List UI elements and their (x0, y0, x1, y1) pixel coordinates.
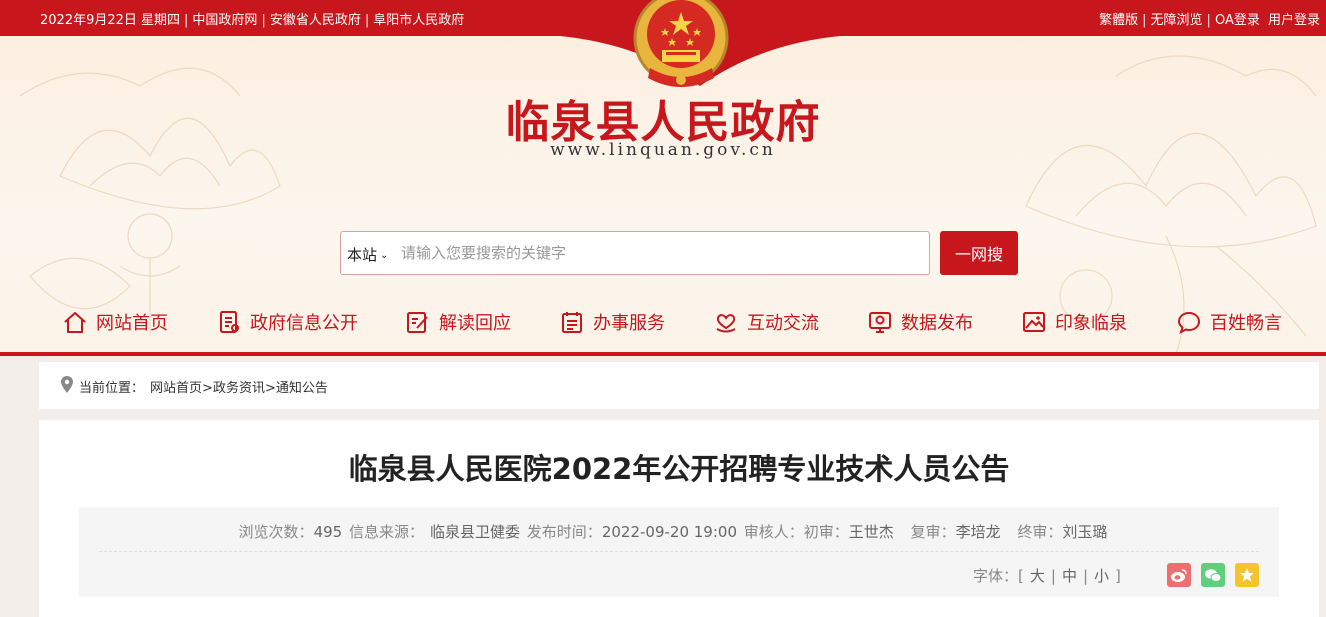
chat-icon (1177, 311, 1201, 334)
search-input[interactable] (401, 238, 921, 268)
nav-label: 互动交流 (747, 313, 819, 334)
nav-item-data[interactable]: 数据发布 (867, 304, 973, 340)
reviewer-label: 审核人： (743, 523, 804, 541)
second-review-label: 复审： (910, 523, 956, 541)
heart-hand-icon (716, 314, 736, 333)
link-anhui-gov[interactable]: 安徽省人民政府 (270, 13, 361, 28)
breadcrumb-home[interactable]: 网站首页 (150, 381, 202, 396)
star-icon (1240, 568, 1254, 582)
article: 临泉县人民医院2022年公开招聘专业技术人员公告 浏览次数：495 信息来源： 临… (39, 420, 1319, 617)
calendar-icon (562, 312, 582, 333)
home-icon (64, 312, 86, 333)
nav-label: 政府信息公开 (250, 313, 358, 334)
link-accessibility[interactable]: 无障浏览 (1151, 13, 1203, 28)
link-gov-cn[interactable]: 中国政府网 (192, 13, 257, 28)
nav-item-gov-info[interactable]: 政府信息公开 (216, 304, 358, 340)
top-bar-left: 2022年9月22日 星期四 | 中国政府网 | 安徽省人民政府 | 阜阳市人民政府 (40, 13, 465, 28)
source-label: 信息来源： (348, 523, 424, 541)
nav-label: 印象临泉 (1055, 313, 1127, 334)
edit-icon (407, 312, 428, 333)
meta-divider (99, 551, 1259, 552)
nav-item-services[interactable]: 办事服务 (559, 304, 665, 340)
nav-label: 解读回应 (439, 313, 511, 334)
link-oa-login[interactable]: OA登录 (1215, 13, 1260, 28)
document-icon (220, 311, 239, 333)
nav-item-interaction[interactable]: 互动交流 (713, 304, 819, 340)
image-icon (1023, 312, 1045, 332)
nav-label: 网站首页 (96, 313, 168, 334)
nav-item-opinions[interactable]: 百姓畅言 (1176, 304, 1282, 340)
breadcrumb: 当前位置： 网站首页>政务资讯>通知公告 (39, 362, 1319, 409)
search-button[interactable]: 一网搜 (940, 231, 1018, 275)
location-pin-icon (61, 376, 73, 393)
first-reviewer: 王世杰 (848, 523, 894, 541)
link-user-login[interactable]: 用户登录 (1268, 13, 1320, 28)
font-size-large[interactable]: 大 (1030, 567, 1045, 585)
nav-label: 数据发布 (901, 313, 973, 334)
first-review-label: 初审： (803, 523, 849, 541)
share-weibo-button[interactable] (1167, 563, 1191, 587)
monitor-icon (869, 312, 891, 333)
article-meta: 浏览次数：495 信息来源： 临泉县卫健委 发布时间：2022-09-20 19:… (79, 521, 1279, 542)
final-review-label: 终审： (1017, 523, 1063, 541)
current-date: 2022年9月22日 星期四 (40, 13, 181, 28)
top-bar-right: 繁體版 | 无障浏览 | OA登录 用户登录 (1099, 13, 1320, 28)
search-scope-select[interactable]: 本站 ⌄ (347, 244, 388, 265)
nav-item-interpretation[interactable]: 解读回应 (405, 304, 511, 340)
breadcrumb-text: 当前位置： 网站首页>政务资讯>通知公告 (79, 381, 328, 396)
second-reviewer: 李培龙 (955, 523, 1001, 541)
font-size-control: 字体：[大 | 中 | 小] (973, 567, 1121, 585)
link-traditional[interactable]: 繁體版 (1099, 13, 1138, 28)
weibo-icon (1171, 568, 1187, 582)
font-size-label: 字体： (973, 567, 1019, 585)
search-scope-label: 本站 (347, 246, 378, 264)
breadcrumb-news[interactable]: 政务资讯 (213, 381, 265, 396)
breadcrumb-notices[interactable]: 通知公告 (276, 381, 328, 396)
final-reviewer: 刘玉璐 (1062, 523, 1108, 541)
font-size-medium[interactable]: 中 (1062, 567, 1077, 585)
article-title: 临泉县人民医院2022年公开招聘专业技术人员公告 (348, 452, 1010, 486)
share-wechat-button[interactable] (1201, 563, 1225, 587)
wechat-icon (1205, 568, 1222, 582)
header-divider (0, 352, 1326, 356)
time-label: 发布时间： (526, 523, 602, 541)
article-meta-panel: 浏览次数：495 信息来源： 临泉县卫健委 发布时间：2022-09-20 19:… (79, 507, 1279, 597)
nav-item-home[interactable]: 网站首页 (62, 304, 168, 340)
nav-item-impression[interactable]: 印象临泉 (1021, 304, 1127, 340)
search-box: 本站 ⌄ (340, 231, 930, 275)
breadcrumb-prefix: 当前位置： (79, 381, 145, 396)
font-size-small[interactable]: 小 (1094, 567, 1109, 585)
nav-label: 百姓畅言 (1210, 313, 1282, 334)
nav-label: 办事服务 (593, 313, 665, 334)
link-fuyang-gov[interactable]: 阜阳市人民政府 (373, 13, 464, 28)
time-value: 2022-09-20 19:00 (601, 523, 737, 541)
chevron-down-icon: ⌄ (380, 250, 389, 261)
views-count: 495 (313, 523, 343, 541)
source-value: 临泉县卫健委 (430, 523, 521, 541)
favorite-button[interactable] (1235, 563, 1259, 587)
site-url: www.linquan.gov.cn (550, 140, 776, 160)
main-nav: 网站首页 政府信息公开 解读回应 办事服务 互动交流 数据发布 印象临泉 百姓畅… (0, 304, 1326, 340)
views-label: 浏览次数： (238, 523, 314, 541)
